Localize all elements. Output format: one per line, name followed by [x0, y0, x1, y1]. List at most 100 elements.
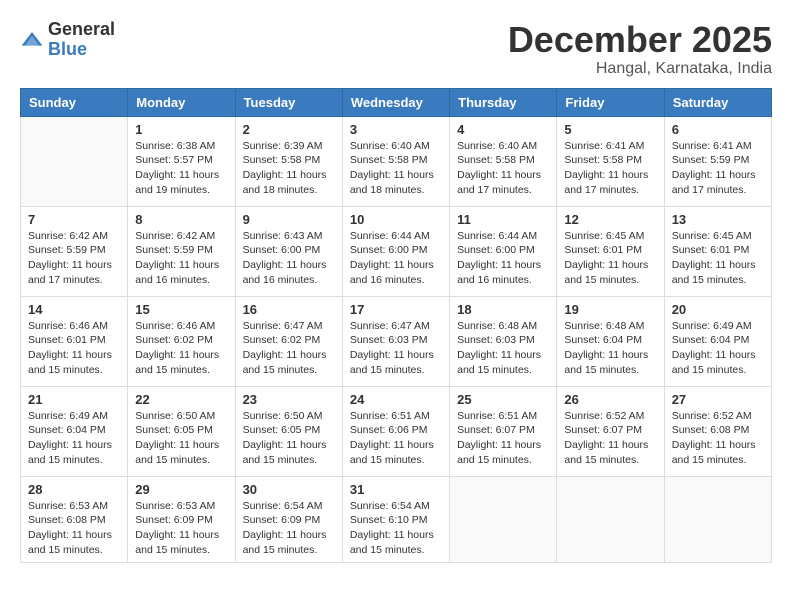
day-info: Sunrise: 6:51 AMSunset: 6:07 PMDaylight:… [457, 409, 549, 468]
calendar-cell: 27Sunrise: 6:52 AMSunset: 6:08 PMDayligh… [664, 386, 771, 476]
calendar-week-3: 14Sunrise: 6:46 AMSunset: 6:01 PMDayligh… [21, 296, 772, 386]
calendar-cell: 19 Sunrise: 6:48 AMSunset: 6:04 PMDayligh… [557, 296, 664, 386]
day-number: 7 [28, 212, 120, 227]
calendar-cell [557, 476, 664, 563]
day-info: Sunrise: 6:52 AMSunset: 6:07 PMDaylight:… [564, 409, 656, 468]
location: Hangal, Karnataka, India [508, 60, 772, 78]
calendar-header-saturday: Saturday [664, 88, 771, 116]
calendar-cell: 1 Sunrise: 6:38 AMSunset: 5:57 PMDaylight… [128, 116, 235, 206]
calendar-table: SundayMondayTuesdayWednesdayThursdayFrid… [20, 88, 772, 564]
day-number: 8 [135, 212, 227, 227]
day-info: Sunrise: 6:44 AMSunset: 6:00 PMDaylight:… [350, 229, 442, 288]
day-number: 6 [672, 122, 764, 137]
day-info: Sunrise: 6:45 AMSunset: 6:01 PMDaylight:… [672, 229, 764, 288]
day-number: 4 [457, 122, 549, 137]
day-number: 14 [28, 302, 120, 317]
day-info: Sunrise: 6:46 AMSunset: 6:02 PMDaylight:… [135, 319, 227, 378]
title-area: December 2025 Hangal, Karnataka, India [508, 20, 772, 78]
calendar-header-wednesday: Wednesday [342, 88, 449, 116]
day-number: 10 [350, 212, 442, 227]
calendar-cell: 26 Sunrise: 6:52 AMSunset: 6:07 PMDayligh… [557, 386, 664, 476]
day-info: Sunrise: 6:49 AMSunset: 6:04 PMDaylight:… [28, 409, 120, 468]
day-info: Sunrise: 6:50 AMSunset: 6:05 PMDaylight:… [135, 409, 227, 468]
day-number: 29 [135, 482, 227, 497]
day-info: Sunrise: 6:45 AMSunset: 6:01 PMDaylight:… [564, 229, 656, 288]
day-number: 19 [564, 302, 656, 317]
day-number: 13 [672, 212, 764, 227]
day-info: Sunrise: 6:48 AMSunset: 6:04 PMDaylight:… [564, 319, 656, 378]
day-info: Sunrise: 6:51 AMSunset: 6:06 PMDaylight:… [350, 409, 442, 468]
calendar-cell: 9 Sunrise: 6:43 AMSunset: 6:00 PMDaylight… [235, 206, 342, 296]
day-number: 20 [672, 302, 764, 317]
day-number: 23 [243, 392, 335, 407]
day-info: Sunrise: 6:47 AMSunset: 6:02 PMDaylight:… [243, 319, 335, 378]
calendar-cell: 25 Sunrise: 6:51 AMSunset: 6:07 PMDayligh… [450, 386, 557, 476]
logo-blue: Blue [48, 40, 115, 60]
calendar-cell: 17 Sunrise: 6:47 AMSunset: 6:03 PMDayligh… [342, 296, 449, 386]
calendar-cell: 22 Sunrise: 6:50 AMSunset: 6:05 PMDayligh… [128, 386, 235, 476]
calendar-cell: 5 Sunrise: 6:41 AMSunset: 5:58 PMDaylight… [557, 116, 664, 206]
logo-general: General [48, 20, 115, 40]
calendar-cell: 14Sunrise: 6:46 AMSunset: 6:01 PMDayligh… [21, 296, 128, 386]
logo-icon [20, 28, 44, 52]
day-info: Sunrise: 6:47 AMSunset: 6:03 PMDaylight:… [350, 319, 442, 378]
day-number: 16 [243, 302, 335, 317]
calendar-cell: 23 Sunrise: 6:50 AMSunset: 6:05 PMDayligh… [235, 386, 342, 476]
logo: General Blue [20, 20, 115, 60]
calendar-cell: 12 Sunrise: 6:45 AMSunset: 6:01 PMDayligh… [557, 206, 664, 296]
day-number: 31 [350, 482, 442, 497]
calendar-cell: 28Sunrise: 6:53 AMSunset: 6:08 PMDayligh… [21, 476, 128, 563]
day-number: 3 [350, 122, 442, 137]
day-number: 26 [564, 392, 656, 407]
calendar-cell: 11 Sunrise: 6:44 AMSunset: 6:00 PMDayligh… [450, 206, 557, 296]
calendar-cell: 2Sunrise: 6:39 AMSunset: 5:58 PMDaylight… [235, 116, 342, 206]
day-number: 1 [135, 122, 227, 137]
day-number: 5 [564, 122, 656, 137]
day-number: 17 [350, 302, 442, 317]
day-number: 11 [457, 212, 549, 227]
day-number: 15 [135, 302, 227, 317]
day-info: Sunrise: 6:43 AMSunset: 6:00 PMDaylight:… [243, 229, 335, 288]
calendar-cell: 30 Sunrise: 6:54 AMSunset: 6:09 PMDayligh… [235, 476, 342, 563]
calendar-cell: 10 Sunrise: 6:44 AMSunset: 6:00 PMDayligh… [342, 206, 449, 296]
day-number: 9 [243, 212, 335, 227]
day-info: Sunrise: 6:41 AMSunset: 5:59 PMDaylight:… [672, 139, 764, 198]
calendar-header-friday: Friday [557, 88, 664, 116]
calendar-cell: 16 Sunrise: 6:47 AMSunset: 6:02 PMDayligh… [235, 296, 342, 386]
day-number: 12 [564, 212, 656, 227]
day-info: Sunrise: 6:48 AMSunset: 6:03 PMDaylight:… [457, 319, 549, 378]
calendar-cell [450, 476, 557, 563]
calendar-week-1: 1 Sunrise: 6:38 AMSunset: 5:57 PMDaylight… [21, 116, 772, 206]
calendar-week-2: 7 Sunrise: 6:42 AMSunset: 5:59 PMDaylight… [21, 206, 772, 296]
day-info: Sunrise: 6:40 AMSunset: 5:58 PMDaylight:… [350, 139, 442, 198]
calendar-week-5: 28Sunrise: 6:53 AMSunset: 6:08 PMDayligh… [21, 476, 772, 563]
calendar-cell [664, 476, 771, 563]
day-number: 30 [243, 482, 335, 497]
calendar-cell: 29 Sunrise: 6:53 AMSunset: 6:09 PMDayligh… [128, 476, 235, 563]
calendar-cell: 24Sunrise: 6:51 AMSunset: 6:06 PMDayligh… [342, 386, 449, 476]
calendar-cell: 31Sunrise: 6:54 AMSunset: 6:10 PMDayligh… [342, 476, 449, 563]
calendar-cell: 21 Sunrise: 6:49 AMSunset: 6:04 PMDayligh… [21, 386, 128, 476]
day-info: Sunrise: 6:38 AMSunset: 5:57 PMDaylight:… [135, 139, 227, 198]
calendar-header-monday: Monday [128, 88, 235, 116]
day-number: 22 [135, 392, 227, 407]
calendar-cell: 7 Sunrise: 6:42 AMSunset: 5:59 PMDaylight… [21, 206, 128, 296]
month-title: December 2025 [508, 20, 772, 60]
calendar-cell: 8 Sunrise: 6:42 AMSunset: 5:59 PMDaylight… [128, 206, 235, 296]
day-info: Sunrise: 6:41 AMSunset: 5:58 PMDaylight:… [564, 139, 656, 198]
day-info: Sunrise: 6:42 AMSunset: 5:59 PMDaylight:… [135, 229, 227, 288]
day-number: 28 [28, 482, 120, 497]
calendar-cell: 15 Sunrise: 6:46 AMSunset: 6:02 PMDayligh… [128, 296, 235, 386]
calendar-cell: 4Sunrise: 6:40 AMSunset: 5:58 PMDaylight… [450, 116, 557, 206]
day-info: Sunrise: 6:44 AMSunset: 6:00 PMDaylight:… [457, 229, 549, 288]
day-info: Sunrise: 6:53 AMSunset: 6:09 PMDaylight:… [135, 499, 227, 558]
day-info: Sunrise: 6:39 AMSunset: 5:58 PMDaylight:… [243, 139, 335, 198]
day-number: 25 [457, 392, 549, 407]
day-info: Sunrise: 6:52 AMSunset: 6:08 PMDaylight:… [672, 409, 764, 468]
page-header: General Blue December 2025 Hangal, Karna… [20, 20, 772, 78]
day-info: Sunrise: 6:50 AMSunset: 6:05 PMDaylight:… [243, 409, 335, 468]
calendar-header-row: SundayMondayTuesdayWednesdayThursdayFrid… [21, 88, 772, 116]
day-number: 21 [28, 392, 120, 407]
day-info: Sunrise: 6:54 AMSunset: 6:09 PMDaylight:… [243, 499, 335, 558]
day-info: Sunrise: 6:42 AMSunset: 5:59 PMDaylight:… [28, 229, 120, 288]
